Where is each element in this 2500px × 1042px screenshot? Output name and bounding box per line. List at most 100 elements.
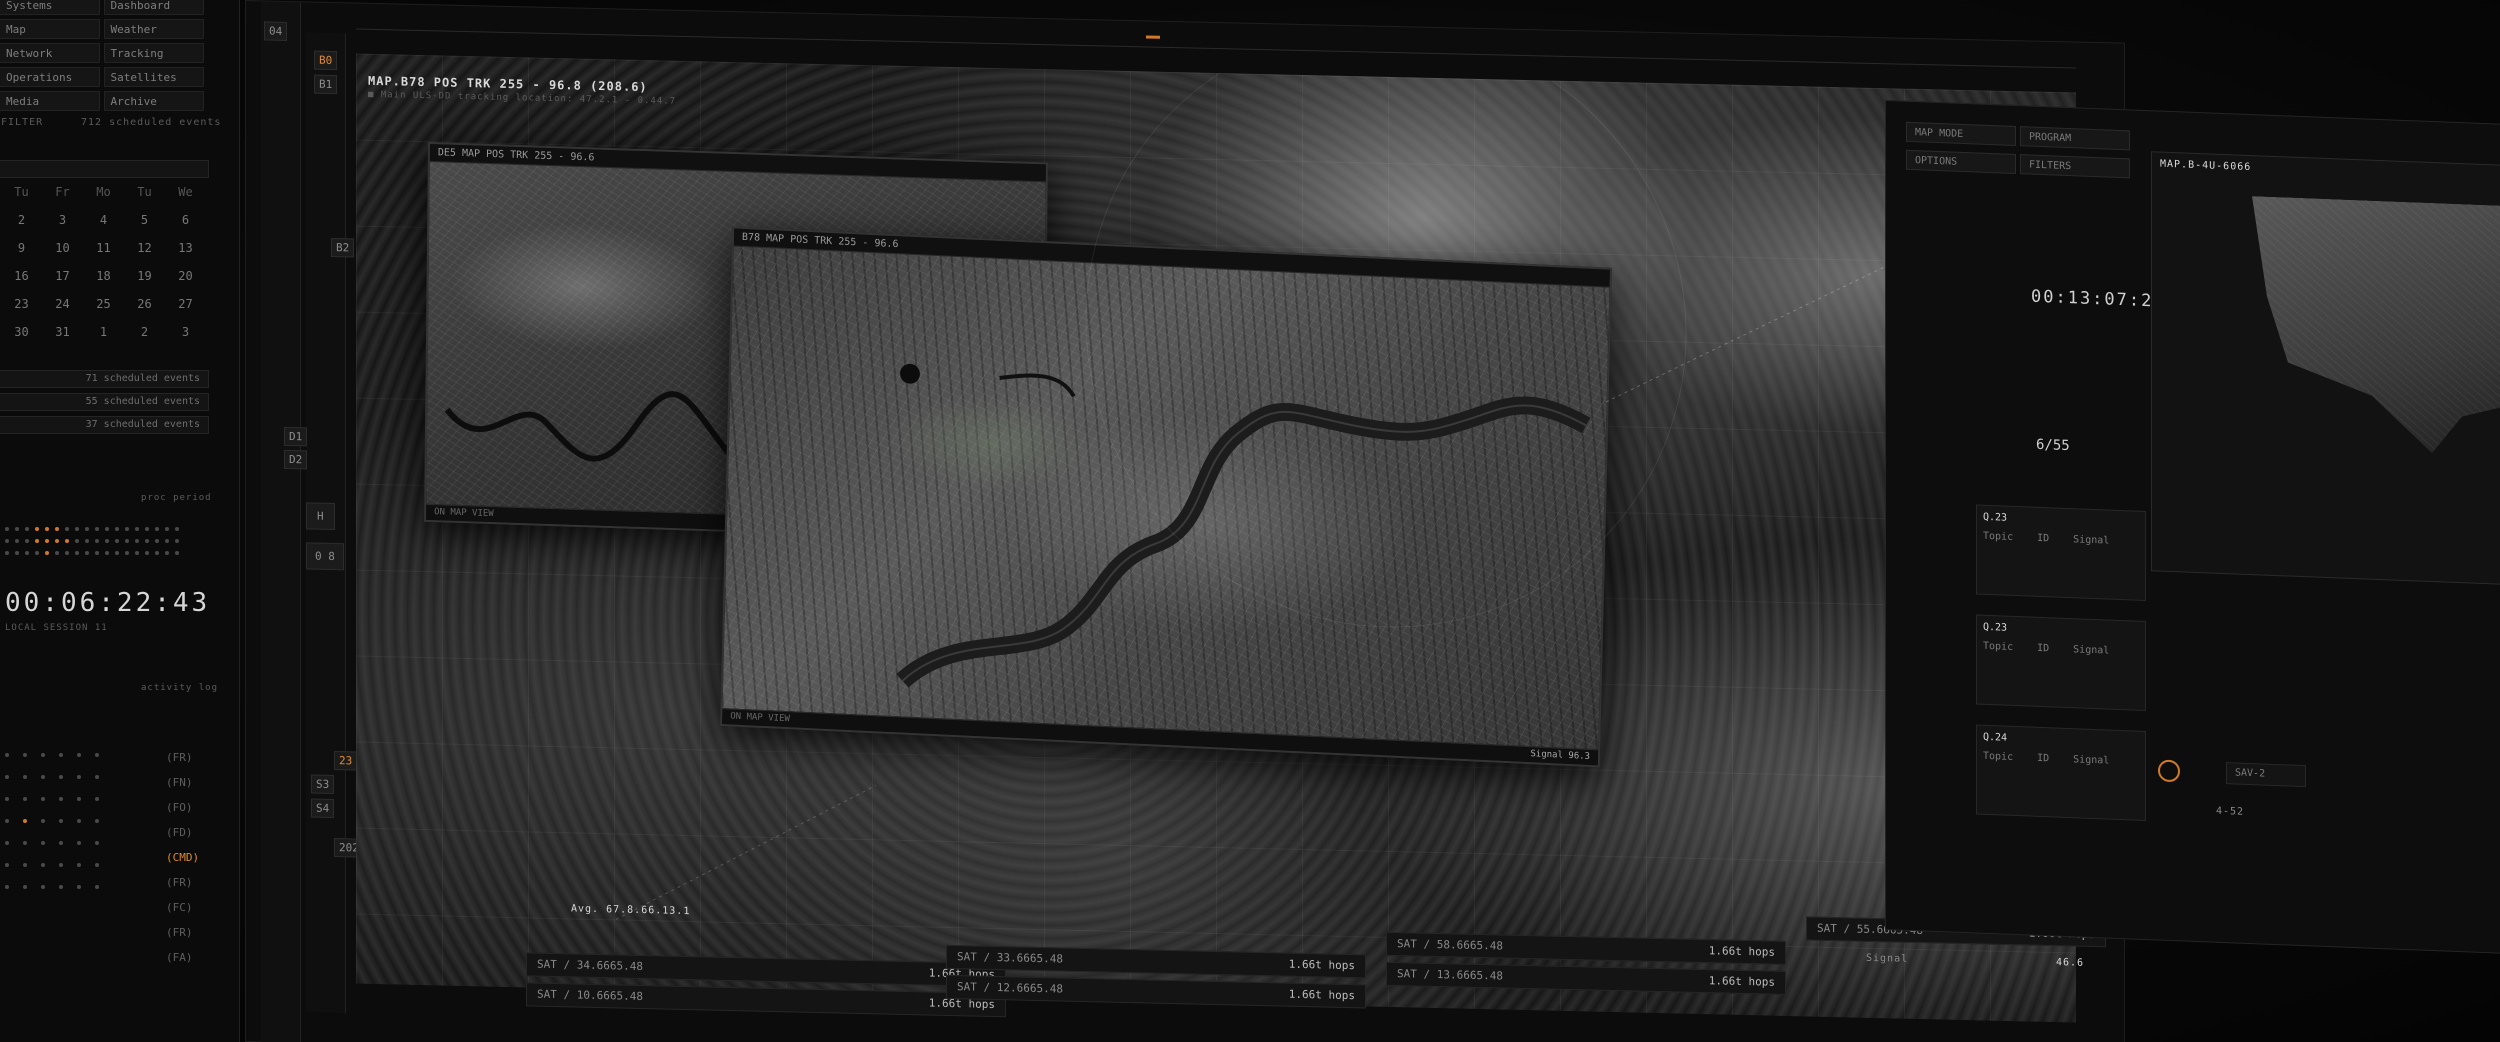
- calendar-day[interactable]: 25: [83, 297, 124, 311]
- ruler-tag[interactable]: S3: [311, 774, 335, 795]
- activity-dot: [155, 527, 159, 531]
- activity-dot: [95, 527, 99, 531]
- ruler-tag[interactable]: S4: [311, 798, 335, 819]
- tab-filters[interactable]: FILTERS: [2020, 154, 2130, 179]
- log-code-highlight[interactable]: (CMD): [166, 845, 199, 870]
- log-dot: [41, 841, 45, 845]
- calendar-day[interactable]: 12: [124, 241, 165, 255]
- activity-dot: [15, 527, 19, 531]
- terrain-map[interactable]: MAP.B78 POS TRK 255 - 96.8 (208.6) ■ Mai…: [356, 53, 2076, 1023]
- activity-dot: [165, 539, 169, 543]
- calendar-day[interactable]: 20: [165, 269, 206, 283]
- calendar-grid: Tu Fr Mo Tu We 2 3 4 5 6 9 10 11 12 13 16 17 18 19 20 23 24 25…: [1, 185, 206, 339]
- calendar-day[interactable]: 23: [1, 297, 42, 311]
- calendar-day[interactable]: 26: [124, 297, 165, 311]
- log-code[interactable]: (FC): [166, 895, 199, 920]
- ruler-tag[interactable]: D2: [284, 449, 308, 470]
- ruler-tag[interactable]: H: [306, 502, 335, 531]
- log-dot: [5, 863, 9, 867]
- activity-dot: [145, 539, 149, 543]
- calendar-day[interactable]: 27: [165, 297, 206, 311]
- signal-section[interactable]: Q.24 Topic ID Signal: [1976, 724, 2146, 822]
- activity-dot: [25, 551, 29, 555]
- menu-item[interactable]: Operations: [0, 67, 100, 87]
- ruler-tag[interactable]: B2: [331, 237, 355, 258]
- activity-dot: [5, 551, 9, 555]
- menu-item[interactable]: Satellites: [103, 67, 204, 87]
- session-clock: 00:06:22:43: [5, 588, 211, 618]
- sat-value: 1.66t hops: [1708, 974, 1775, 989]
- log-code[interactable]: (FR): [166, 920, 199, 945]
- main-map-panel: 04 B0 B1 B2 D1 D2 H 0 8 C6 D6 D7 23 S3 S…: [245, 0, 2125, 1042]
- activity-dot: [45, 527, 49, 531]
- alert-ring-icon[interactable]: [2158, 759, 2180, 783]
- menu-item[interactable]: Archive: [103, 91, 204, 111]
- activity-dot: [75, 527, 79, 531]
- menu-item[interactable]: Weather: [103, 19, 204, 39]
- log-code[interactable]: (FR): [166, 870, 199, 895]
- activity-dot: [135, 527, 139, 531]
- activity-dot: [35, 551, 39, 555]
- log-dot: [41, 863, 45, 867]
- ruler-tag[interactable]: D1: [284, 426, 308, 447]
- ruler-tag[interactable]: 0 8: [306, 542, 344, 571]
- menu-item[interactable]: Network: [0, 43, 100, 63]
- log-code[interactable]: (FA): [166, 945, 199, 970]
- calendar-day[interactable]: 6: [165, 213, 206, 227]
- calendar-day[interactable]: 2: [124, 325, 165, 339]
- tab-options[interactable]: OPTIONS: [1906, 149, 2016, 175]
- section-columns: Topic ID Signal: [1983, 531, 2139, 548]
- calendar-day[interactable]: 4: [83, 213, 124, 227]
- activity-dot: [75, 551, 79, 555]
- menu-item[interactable]: Map: [0, 19, 100, 39]
- signal-section[interactable]: Q.23 Topic ID Signal: [1976, 504, 2146, 602]
- calendar-day[interactable]: 31: [42, 325, 83, 339]
- calendar-day[interactable]: 24: [42, 297, 83, 311]
- calendar-day[interactable]: 16: [1, 269, 42, 283]
- calendar-day[interactable]: 30: [1, 325, 42, 339]
- column-topic: Topic: [1983, 530, 2014, 543]
- activity-dot: [5, 539, 9, 543]
- sav-button[interactable]: SAV-2: [2226, 762, 2306, 788]
- event-row[interactable]: 37 scheduled events: [0, 416, 209, 434]
- calendar-day[interactable]: 13: [165, 241, 206, 255]
- ruler-tag[interactable]: 23: [334, 751, 358, 771]
- activity-dot: [65, 551, 69, 555]
- calendar-day[interactable]: 9: [1, 241, 42, 255]
- event-row[interactable]: 71 scheduled events: [0, 370, 209, 388]
- menu-item[interactable]: Dashboard: [103, 0, 204, 15]
- sat-value: 1.66t hops: [1288, 957, 1355, 973]
- log-code[interactable]: (FN): [166, 770, 199, 795]
- calendar-day[interactable]: 2: [1, 213, 42, 227]
- calendar-day[interactable]: 1: [83, 325, 124, 339]
- calendar-day[interactable]: 3: [165, 325, 206, 339]
- calendar-day[interactable]: 10: [42, 241, 83, 255]
- calendar-day[interactable]: 11: [83, 241, 124, 255]
- activity-dot: [105, 551, 109, 555]
- event-row[interactable]: 55 scheduled events: [0, 393, 209, 411]
- log-code[interactable]: (FD): [166, 820, 199, 845]
- menu-item[interactable]: Media: [0, 91, 100, 111]
- activity-dot: [55, 539, 59, 543]
- mini-map[interactable]: MAP.B-4U-6066: [2151, 151, 2500, 586]
- log-code[interactable]: (FR): [166, 745, 199, 770]
- tab-map-mode[interactable]: MAP MODE: [1906, 121, 2016, 147]
- activity-dot: [75, 539, 79, 543]
- menu-item[interactable]: Tracking: [103, 43, 204, 63]
- menu-item[interactable]: Systems: [0, 0, 100, 15]
- signal-section[interactable]: Q.23 Topic ID Signal: [1976, 614, 2146, 712]
- ruler-tag[interactable]: B0: [314, 50, 338, 71]
- calendar-day[interactable]: 19: [124, 269, 165, 283]
- orange-marker: [1146, 35, 1160, 39]
- log-dot: [59, 863, 63, 867]
- tab-program[interactable]: PROGRAM: [2020, 126, 2130, 151]
- calendar-day[interactable]: 18: [83, 269, 124, 283]
- calendar-day[interactable]: 5: [124, 213, 165, 227]
- ruler-tag[interactable]: B1: [314, 74, 338, 95]
- filter-bar[interactable]: [0, 160, 209, 178]
- ruler-tag[interactable]: 04: [264, 21, 288, 41]
- calendar-day[interactable]: 17: [42, 269, 83, 283]
- activity-dot: [85, 551, 89, 555]
- calendar-day[interactable]: 3: [42, 213, 83, 227]
- log-code[interactable]: (FO): [166, 795, 199, 820]
